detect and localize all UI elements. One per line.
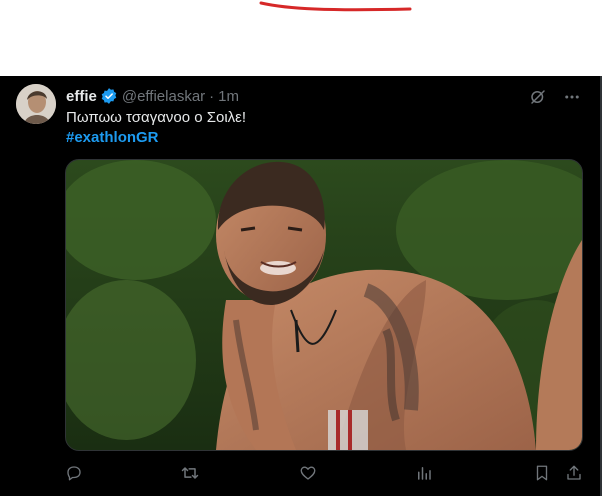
avatar[interactable]	[16, 84, 56, 124]
user-handle[interactable]: @effielaskar	[122, 88, 205, 105]
page-top-whitespace	[0, 0, 602, 76]
tweet-text: Πωπωω τσαγανοο ο Σοιλε!	[66, 109, 247, 126]
like-icon[interactable]	[296, 461, 320, 485]
red-annotation-stroke	[259, 1, 412, 12]
reply-icon[interactable]	[62, 461, 86, 485]
more-dots-icon[interactable]	[562, 87, 582, 107]
tweet-top-actions	[528, 87, 582, 107]
media-photo	[66, 160, 582, 450]
bookmark-icon[interactable]	[530, 461, 554, 485]
tweet-header: effie @effielaskar · 1m	[66, 86, 239, 106]
views-icon[interactable]	[412, 461, 436, 485]
display-name[interactable]: effie	[66, 88, 97, 105]
retweet-icon[interactable]	[178, 461, 202, 485]
tweet-card[interactable]: effie @effielaskar · 1m Πωπωω τσαγανοο ο	[0, 76, 602, 496]
header-separator: ·	[209, 87, 215, 105]
hashtag-link[interactable]: #exathlonGR	[66, 128, 159, 148]
verified-badge-icon[interactable]	[100, 87, 118, 105]
tweet-media-image[interactable]	[65, 159, 583, 451]
tweet-action-bar	[66, 461, 582, 485]
grok-icon[interactable]	[528, 87, 548, 107]
tweet-timestamp[interactable]: 1m	[218, 88, 239, 105]
share-icon[interactable]	[562, 461, 586, 485]
